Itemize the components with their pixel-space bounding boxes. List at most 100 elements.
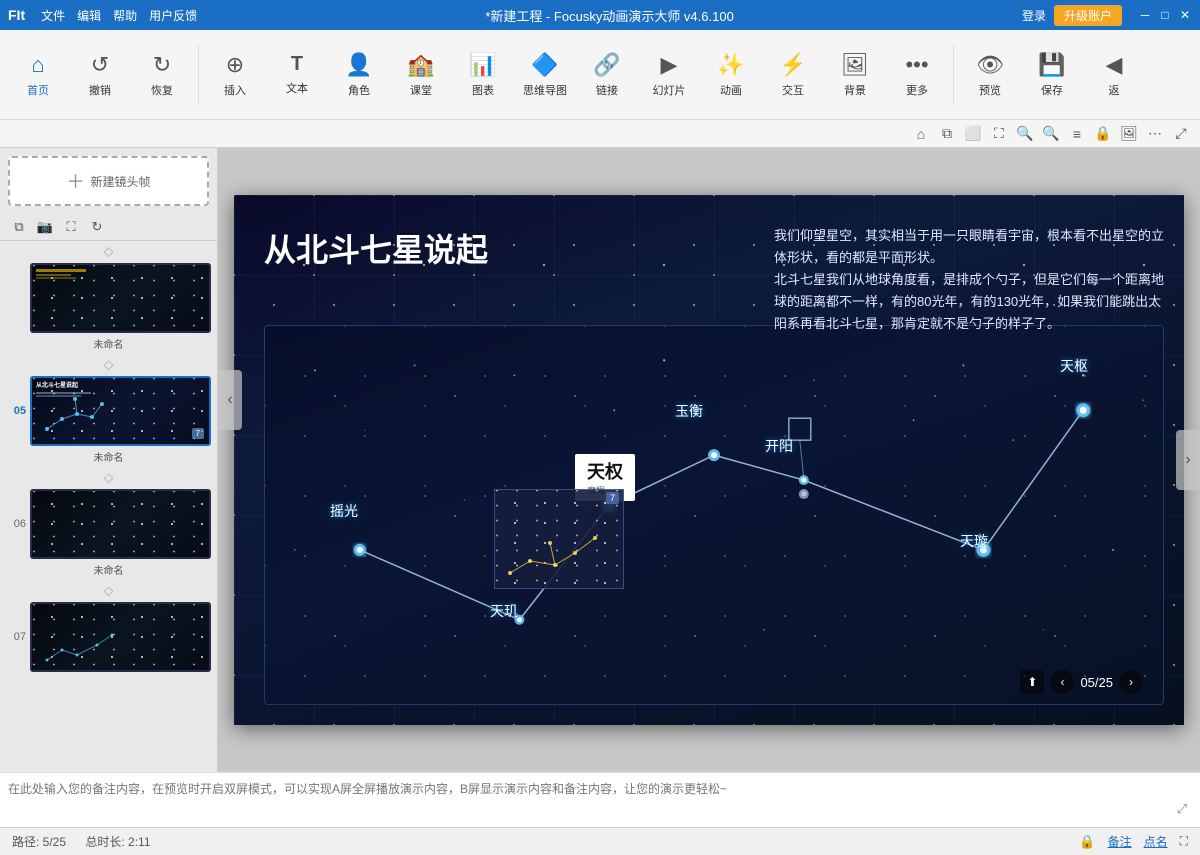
slide-thumb-05[interactable]: 从北斗七星说起 xyxy=(30,376,211,446)
star-map: 摇光 天玑 玉衡 开阳 天璇 天枢 天权 摩羯 ⬆ ‹ xyxy=(264,325,1164,705)
login-button[interactable]: 登录 xyxy=(1022,7,1046,24)
points-link[interactable]: 点名 xyxy=(1144,833,1168,850)
minimize-button[interactable]: ─ xyxy=(1138,8,1152,22)
toolbar-slide[interactable]: ▶ 幻灯片 xyxy=(639,35,699,115)
toolbar-save-label: 保存 xyxy=(1041,82,1063,98)
menu-feedback[interactable]: 用户反馈 xyxy=(149,7,197,24)
copy-icon-btn[interactable]: ⧉ xyxy=(936,123,958,145)
slide-separator-1: ⬦ xyxy=(4,241,213,261)
slide-thumb-06[interactable] xyxy=(30,489,211,559)
status-bar-left: 路径: 5/25 总时长: 2:11 xyxy=(12,833,151,850)
status-path: 路径: 5/25 xyxy=(12,835,66,849)
icon-toolbar: ⌂ ⧉ ⬜ ⛶ 🔍 🔍 ≡ 🔒 🖼 ⋯ ⤢ xyxy=(0,120,1200,148)
slide-thumb-07[interactable] xyxy=(30,602,211,672)
slide-thumb-prev[interactable] xyxy=(30,263,211,333)
course-icon: 🏫 xyxy=(407,52,434,78)
slide-item-07: 07 xyxy=(4,600,213,674)
toolbar-divider-1 xyxy=(198,45,199,105)
more2-icon-btn[interactable]: ⋯ xyxy=(1144,123,1166,145)
thumb-bg-07 xyxy=(32,604,209,670)
slide-group-05: 05 从北斗七星说起 xyxy=(4,374,213,465)
slide-label-prev: 未命名 xyxy=(4,335,213,352)
frame-copy-btn[interactable]: ⧉ xyxy=(8,216,30,238)
toolbar-back[interactable]: ◀ 返 xyxy=(1084,35,1144,115)
toolbar-redo[interactable]: ↻ 恢复 xyxy=(132,35,192,115)
new-frame-button[interactable]: ＋ 新建镜头帧 xyxy=(8,156,209,206)
toolbar-redo-label: 恢复 xyxy=(151,82,173,98)
chart-icon: 📊 xyxy=(469,52,496,78)
toolbar-preview-label: 预览 xyxy=(979,82,1001,98)
slides-list: ⬦ 未命名 xyxy=(0,241,217,772)
constellation-svg xyxy=(265,326,1163,704)
toolbar-text[interactable]: T 文本 xyxy=(267,35,327,115)
upgrade-button[interactable]: 升级账户 xyxy=(1054,5,1122,26)
star-label-yaoshe: 摇光 xyxy=(330,501,358,521)
zoom-out-icon-btn[interactable]: 🔍 xyxy=(1040,123,1062,145)
main-toolbar: ⌂ 首页 ↺ 撤销 ↻ 恢复 ⊕ 插入 T 文本 👤 角色 🏫 课堂 📊 图表 … xyxy=(0,30,1200,120)
expand-icon-btn[interactable]: ⤢ xyxy=(1170,123,1192,145)
toolbar-preview[interactable]: 👁 预览 xyxy=(960,35,1020,115)
counter-text: 05/25 xyxy=(1080,675,1113,690)
toolbar-back-label: 返 xyxy=(1109,82,1120,98)
undo-icon: ↺ xyxy=(91,52,109,78)
menu-edit[interactable]: 编辑 xyxy=(77,7,101,24)
window-controls: ─ □ ✕ xyxy=(1138,8,1192,22)
toolbar-save[interactable]: 💾 保存 xyxy=(1022,35,1082,115)
slide-canvas: 从北斗七星说起 我们仰望星空，其实相当于用一只眼睛看宇宙，根本看不出星空的立体形… xyxy=(234,195,1184,725)
slide-separator-mid: ⬦ xyxy=(4,354,213,374)
toolbar-undo[interactable]: ↺ 撤销 xyxy=(70,35,130,115)
slide-title[interactable]: 从北斗七星说起 xyxy=(264,225,488,271)
frame-fit-btn[interactable]: ⛶ xyxy=(60,216,82,238)
menu-help[interactable]: 帮助 xyxy=(113,7,137,24)
toolbar-mindmap[interactable]: 🔷 思维导图 xyxy=(515,35,575,115)
menu-file[interactable]: 文件 xyxy=(41,7,65,24)
toolbar-link[interactable]: 🔗 链接 xyxy=(577,35,637,115)
notes-expand-button[interactable]: ⤢ xyxy=(1172,799,1192,819)
close-button[interactable]: ✕ xyxy=(1178,8,1192,22)
fit-icon-btn[interactable]: ⛶ xyxy=(988,123,1010,145)
counter-prev-btn[interactable]: ‹ xyxy=(1050,670,1074,694)
paste-icon-btn[interactable]: ⬜ xyxy=(962,123,984,145)
slide-description: 我们仰望星空，其实相当于用一只眼睛看宇宙，根本看不出星空的立体形状，看的都是平面… xyxy=(774,225,1164,335)
counter-next-btn[interactable]: › xyxy=(1119,670,1143,694)
frame-rotate-btn[interactable]: ↻ xyxy=(86,216,108,238)
toolbar-chart[interactable]: 📊 图表 xyxy=(453,35,513,115)
align-icon-btn[interactable]: ≡ xyxy=(1066,123,1088,145)
toolbar-course[interactable]: 🏫 课堂 xyxy=(391,35,451,115)
toolbar-slide-label: 幻灯片 xyxy=(653,82,686,98)
counter-upload-btn[interactable]: ⬆ xyxy=(1020,670,1044,694)
canvas-scroll: 从北斗七星说起 我们仰望星空，其实相当于用一只眼睛看宇宙，根本看不出星空的立体形… xyxy=(218,148,1200,772)
titlebar-left: FIt 文件 编辑 帮助 用户反馈 xyxy=(8,7,197,24)
slide-icon: ▶ xyxy=(661,52,678,78)
lock-icon-btn[interactable]: 🔒 xyxy=(1092,123,1114,145)
app-logo: FIt xyxy=(8,7,25,23)
toolbar-home[interactable]: ⌂ 首页 xyxy=(8,35,68,115)
toolbar-insert[interactable]: ⊕ 插入 xyxy=(205,35,265,115)
mini-preview-badge: 7 xyxy=(606,492,619,504)
toolbar-bg[interactable]: 🖼 背景 xyxy=(825,35,885,115)
toolbar-interact[interactable]: ⚡ 交互 xyxy=(763,35,823,115)
home-icon-btn[interactable]: ⌂ xyxy=(910,123,932,145)
fullscreen-icon[interactable]: ⛶ xyxy=(1180,834,1188,849)
redo-icon: ↻ xyxy=(153,52,171,78)
star-label-tianshu: 天枢 xyxy=(1060,356,1088,376)
mini-stars-06 xyxy=(32,491,209,557)
right-nav-arrow[interactable]: › xyxy=(1176,430,1200,490)
save-icon: 💾 xyxy=(1038,52,1065,78)
thumb-bg-06 xyxy=(32,491,209,557)
notes-input[interactable] xyxy=(8,780,1192,820)
image-icon-btn[interactable]: 🖼 xyxy=(1118,123,1140,145)
toolbar-divider-2 xyxy=(953,45,954,105)
left-nav-arrow[interactable]: ‹ xyxy=(218,370,242,430)
toolbar-more-label: 更多 xyxy=(906,82,928,98)
maximize-button[interactable]: □ xyxy=(1158,8,1172,22)
frame-camera-btn[interactable]: 📷 xyxy=(34,216,56,238)
zoom-in-icon-btn[interactable]: 🔍 xyxy=(1014,123,1036,145)
slide-group-07: 07 xyxy=(4,600,213,674)
back-icon: ◀ xyxy=(1106,52,1123,78)
toolbar-more[interactable]: ••• 更多 xyxy=(887,35,947,115)
notes-link[interactable]: 备注 xyxy=(1108,833,1132,850)
toolbar-role[interactable]: 👤 角色 xyxy=(329,35,389,115)
toolbar-undo-label: 撤销 xyxy=(89,82,111,98)
toolbar-animate[interactable]: ✨ 动画 xyxy=(701,35,761,115)
